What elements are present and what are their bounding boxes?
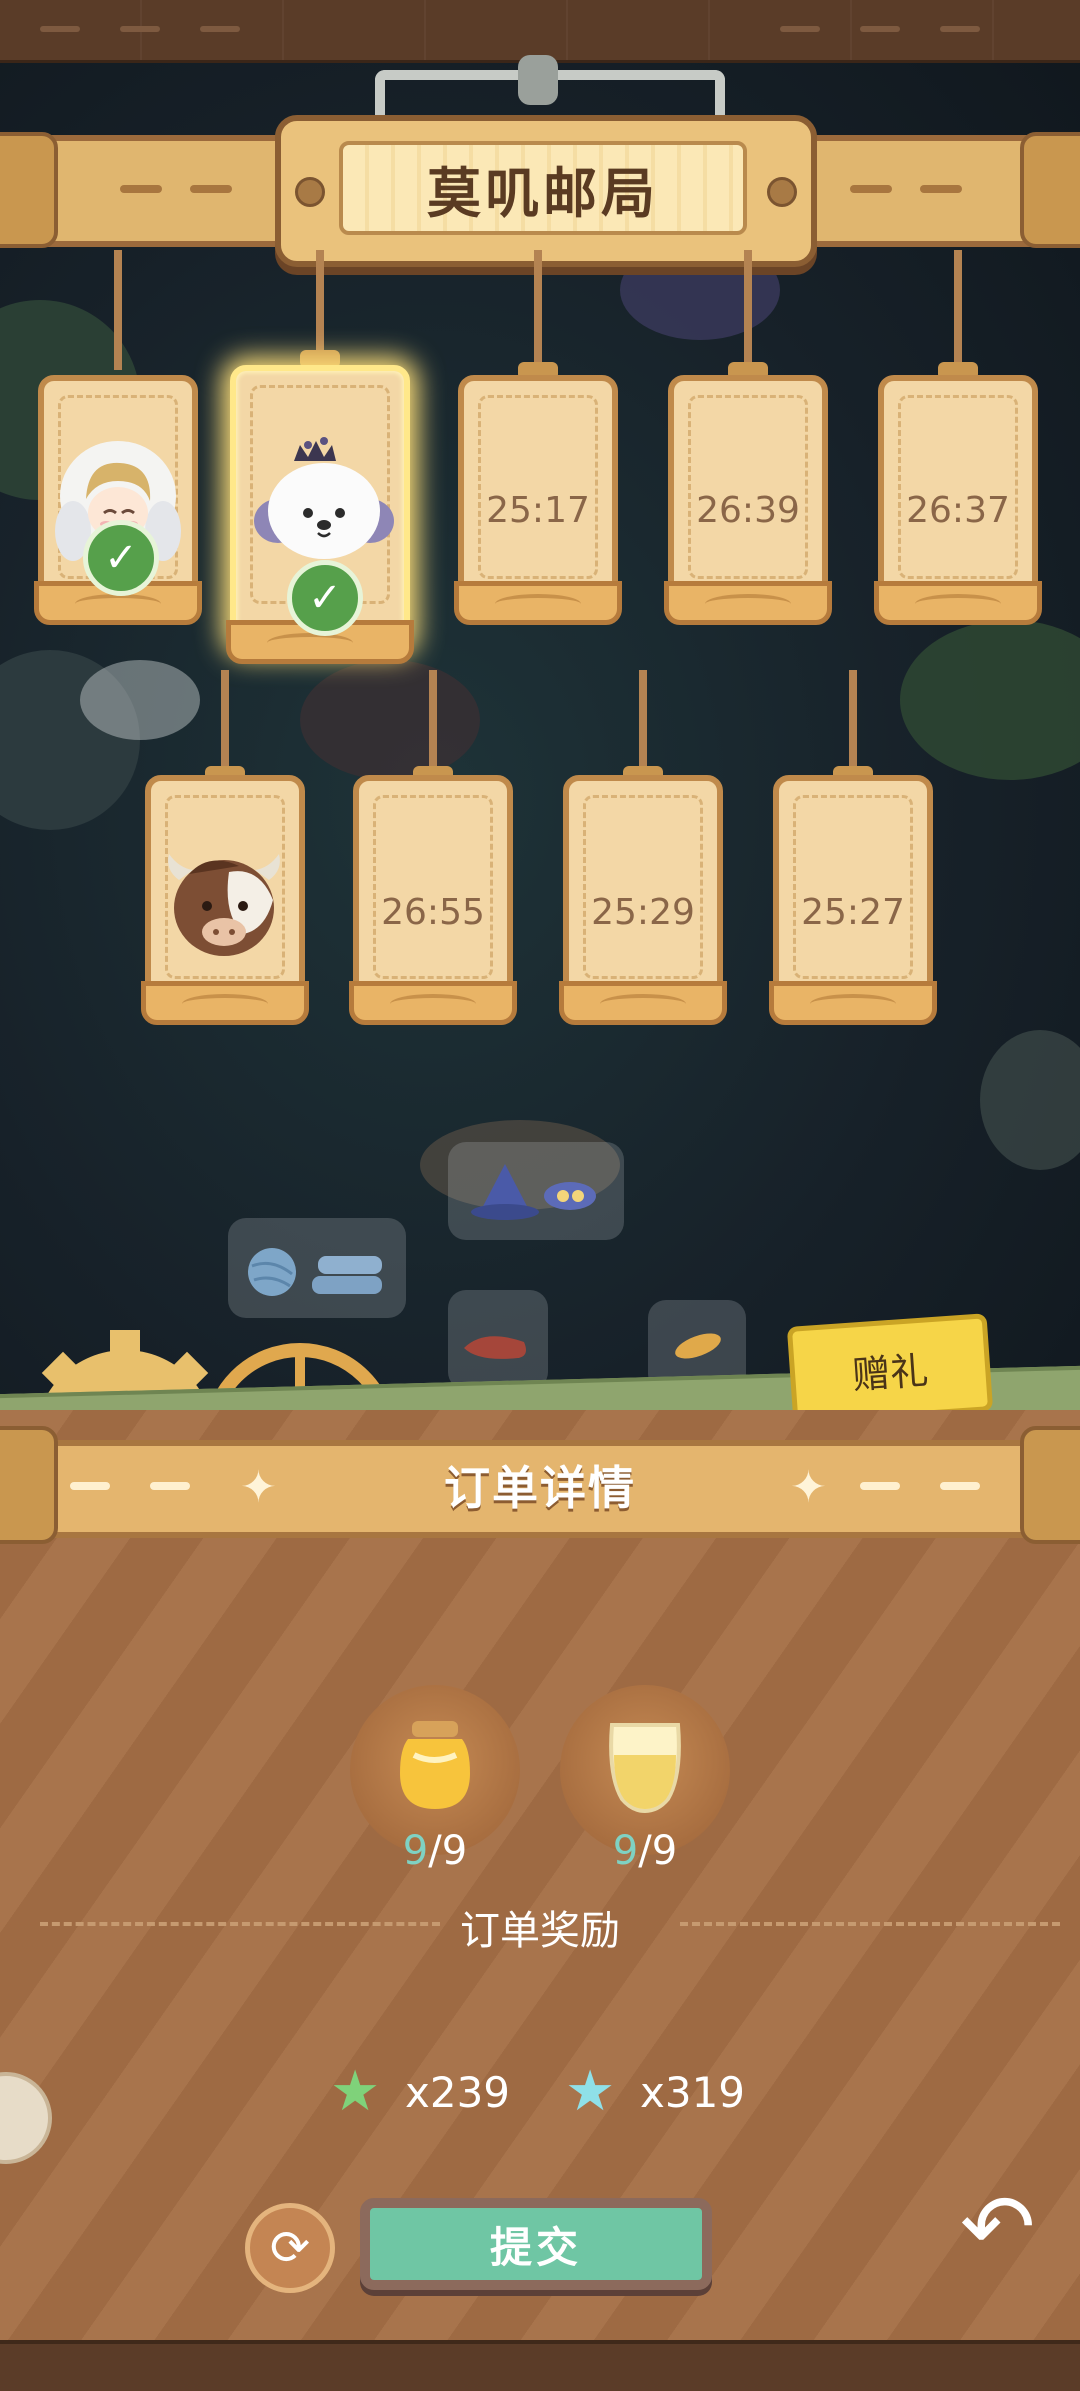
reward-label: 订单奖励 (460, 1908, 620, 1954)
post-office-sign: 莫叽邮局 (275, 115, 817, 267)
post-office-scene: 莫叽邮局 ✓ ✓ 25:17 26:39 26:37 26:55 25:29 2… (0, 0, 1080, 1450)
slipper-icon (464, 1336, 526, 1359)
order-timer: 26:55 (381, 892, 485, 933)
submit-button-label: 提交 (489, 2222, 582, 2272)
gift-button[interactable]: 赠礼 (786, 1313, 994, 1425)
required-item-honey-count: 9/9 (402, 1828, 468, 1874)
order-card-7[interactable]: 26:55 (349, 670, 517, 1070)
order-card-5[interactable]: 26:37 (874, 250, 1042, 670)
submit-button[interactable]: 提交 (360, 2198, 712, 2290)
rail-bracket-left (0, 132, 58, 248)
wizard-hat-item-tile (448, 1142, 624, 1240)
gift-button-label: 赠礼 (850, 1347, 930, 1398)
order-timer: 26:37 (906, 490, 1010, 531)
slipper-item-tile (448, 1290, 548, 1390)
bottom-wooden-strip (0, 2340, 1080, 2391)
order-details-title: 订单详情 (444, 1461, 636, 1515)
order-timer: 25:17 (486, 490, 590, 531)
order-card-2-selected[interactable]: ✓ (226, 250, 414, 690)
completed-check-icon: ✓ (83, 520, 159, 596)
order-card-6[interactable] (141, 670, 309, 1070)
order-card-8[interactable]: 25:29 (559, 670, 727, 1070)
green-star-icon: ★ (330, 2059, 381, 2124)
reward-blue-amount: x319 (640, 2068, 746, 2117)
yarn-item-tile (228, 1218, 406, 1318)
order-timer: 25:29 (591, 892, 695, 933)
rail-bracket-right (1020, 132, 1080, 248)
top-wooden-beam (0, 0, 1080, 63)
refresh-icon: ⟳ (269, 2220, 311, 2276)
back-button[interactable]: ↶ (960, 2175, 1035, 2280)
order-card-1[interactable]: ✓ (34, 250, 202, 670)
order-timer: 26:39 (696, 490, 800, 531)
required-item-juice-count: 9/9 (612, 1828, 678, 1874)
wizard-hat-icon (471, 1164, 596, 1220)
reward-green-amount: x239 (405, 2068, 511, 2117)
honey-jar-icon (400, 1721, 470, 1809)
sign-hook (518, 55, 558, 105)
page-title: 莫叽邮局 (339, 141, 747, 235)
completed-check-icon: ✓ (287, 560, 363, 636)
order-card-3[interactable]: 25:17 (454, 250, 622, 670)
yarn-ball-icon (248, 1248, 382, 1296)
juice-glass-icon (609, 1723, 681, 1814)
order-timer: 25:27 (801, 892, 905, 933)
white-puppy-avatar (254, 437, 394, 559)
back-arrow-icon: ↶ (960, 2175, 1036, 2280)
refresh-button[interactable]: ⟳ (245, 2203, 335, 2293)
bread-icon (675, 1333, 721, 1359)
blue-star-icon: ★ (565, 2059, 616, 2124)
order-card-4[interactable]: 26:39 (664, 250, 832, 670)
brown-cow-avatar (168, 854, 280, 956)
order-card-9[interactable]: 25:27 (769, 670, 937, 1070)
